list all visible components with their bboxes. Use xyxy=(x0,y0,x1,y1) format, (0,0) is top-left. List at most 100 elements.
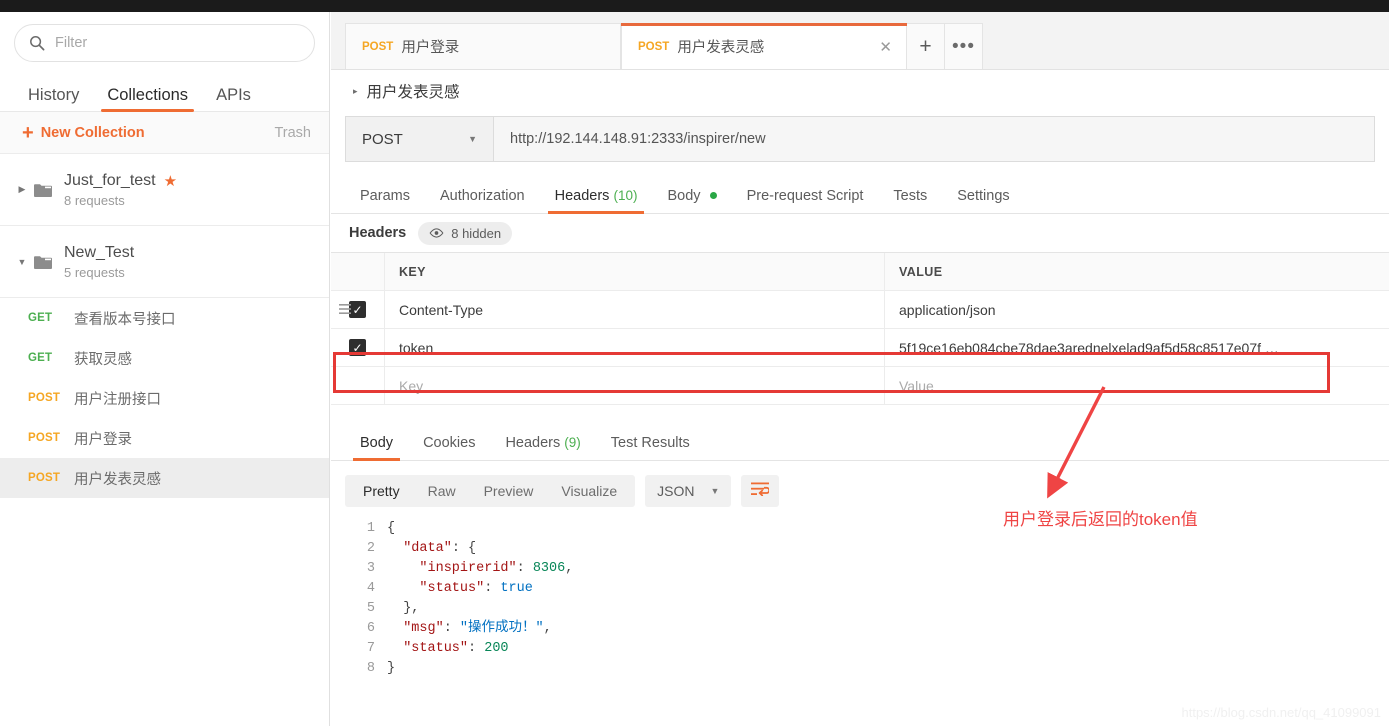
trash-link[interactable]: Trash xyxy=(274,125,311,141)
sidebar-request-item[interactable]: POST 用户注册接口 xyxy=(0,378,329,418)
more-options-icon[interactable]: ••• xyxy=(945,23,983,69)
line-number: 2 xyxy=(366,541,375,556)
tab-count: (9) xyxy=(564,434,581,450)
code-line: "inspirerid": 8306, xyxy=(419,561,574,576)
response-tab-test-results[interactable]: Test Results xyxy=(596,434,705,461)
response-tab-headers[interactable]: Headers (9) xyxy=(490,434,595,461)
sidebar-tab-history[interactable]: History xyxy=(14,86,93,112)
view-mode-visualize[interactable]: Visualize xyxy=(547,475,631,507)
line-number: 8 xyxy=(366,661,375,676)
search-box[interactable] xyxy=(14,24,315,62)
tab-tests[interactable]: Tests xyxy=(878,188,942,214)
tab-label: Body xyxy=(667,187,701,204)
row-controls: ✓ xyxy=(331,291,385,328)
method-select[interactable]: POST ▼ xyxy=(346,117,494,161)
close-icon[interactable]: ✕ xyxy=(879,38,892,56)
chevron-right-icon[interactable]: ▶ xyxy=(14,184,30,195)
header-value[interactable]: 5f19ce16eb084cbe78dae3arednelxelad9af5d5… xyxy=(885,329,1389,366)
main-panel: POST 用户登录 POST 用户发表灵感 ✕ + ••• ▸ 用户发表灵感 P… xyxy=(331,12,1389,726)
new-tab-button[interactable]: + xyxy=(907,23,945,69)
collection-item-new-test[interactable]: ▼ New_Test 5 requests xyxy=(0,226,329,298)
code-line: "status": 200 xyxy=(403,641,509,656)
request-method: GET xyxy=(28,312,53,324)
chevron-down-icon[interactable]: ▼ xyxy=(14,257,30,267)
tab-method: POST xyxy=(638,40,670,53)
new-header-value-input[interactable]: Value xyxy=(885,367,1389,404)
table-header-row: KEY VALUE xyxy=(331,253,1389,291)
sidebar-request-item[interactable]: GET 获取灵感 xyxy=(0,338,329,378)
drag-handle-icon[interactable] xyxy=(339,301,351,319)
line-number: 1 xyxy=(366,521,375,536)
tab-settings[interactable]: Settings xyxy=(942,187,1024,214)
view-mode-pretty[interactable]: Pretty xyxy=(349,475,414,507)
page-title: 用户发表灵感 xyxy=(366,84,460,101)
header-key[interactable]: Content-Type xyxy=(385,291,885,328)
row-controls: ✓ xyxy=(331,329,385,366)
line-number-gutter: 1 2 3 4 5 6 7 8 xyxy=(331,519,387,679)
table-row-empty[interactable]: Key Value xyxy=(331,367,1389,405)
search-icon xyxy=(29,35,45,51)
line-number: 4 xyxy=(366,581,375,596)
tab-pre-request-script[interactable]: Pre-request Script xyxy=(732,187,879,214)
watermark: https://blog.csdn.net/qq_41099091 xyxy=(1181,705,1382,720)
tab-headers[interactable]: Headers (10) xyxy=(540,188,653,214)
request-name: 用户发表灵感 xyxy=(74,471,161,488)
tab-label: Cookies xyxy=(423,434,476,451)
response-tab-cookies[interactable]: Cookies xyxy=(408,434,490,461)
tab-params[interactable]: Params xyxy=(345,188,425,214)
search-input[interactable] xyxy=(55,35,300,51)
new-collection-button[interactable]: + New Collection xyxy=(22,123,145,143)
request-tab-user-post-inspiration[interactable]: POST 用户发表灵感 ✕ xyxy=(621,23,907,69)
header-key[interactable]: token xyxy=(385,329,885,366)
new-header-key-input[interactable]: Key xyxy=(385,367,885,404)
response-format-select[interactable]: JSON ▼ xyxy=(645,475,732,507)
view-mode-group: Pretty Raw Preview Visualize xyxy=(345,475,636,507)
url-input[interactable] xyxy=(494,117,1374,161)
view-mode-preview[interactable]: Preview xyxy=(470,475,548,507)
request-tab-user-login[interactable]: POST 用户登录 xyxy=(345,23,621,69)
table-row[interactable]: ✓ Content-Type application/json xyxy=(331,291,1389,329)
star-icon[interactable]: ★ xyxy=(164,172,177,190)
annotation-label: 用户登录后返回的token值 xyxy=(1003,510,1198,529)
tab-label: Test Results xyxy=(610,434,690,451)
column-header-value: VALUE xyxy=(899,264,943,279)
tab-label: Settings xyxy=(957,187,1010,204)
row-checkbox[interactable]: ✓ xyxy=(349,301,366,318)
tab-label: 用户登录 xyxy=(401,40,460,56)
request-name: 获取灵感 xyxy=(74,351,132,368)
eye-icon xyxy=(429,226,444,241)
header-value[interactable]: application/json xyxy=(885,291,1389,328)
tab-label: 用户发表灵感 xyxy=(677,40,765,56)
collection-item-just-for-test[interactable]: ▶ Just_for_test ★ 8 requests xyxy=(0,154,329,226)
view-mode-raw[interactable]: Raw xyxy=(414,475,470,507)
row-checkbox[interactable]: ✓ xyxy=(349,339,366,356)
line-number: 3 xyxy=(366,561,375,576)
request-method: POST xyxy=(28,432,61,444)
plus-icon: + xyxy=(22,121,34,144)
folder-icon xyxy=(30,255,56,269)
sidebar-request-item[interactable]: POST 用户登录 xyxy=(0,418,329,458)
tab-authorization[interactable]: Authorization xyxy=(425,188,540,214)
sidebar-tab-apis[interactable]: APIs xyxy=(202,86,265,112)
chevron-down-icon: ▼ xyxy=(468,134,477,144)
sidebar-tab-collections[interactable]: Collections xyxy=(93,86,202,112)
chevron-right-icon[interactable]: ▸ xyxy=(353,86,358,97)
headers-bar: Headers 8 hidden xyxy=(331,214,1389,252)
table-row[interactable]: ✓ token 5f19ce16eb084cbe78dae3arednelxel… xyxy=(331,329,1389,367)
body-present-dot-icon xyxy=(709,192,717,200)
tab-label: Pre-request Script xyxy=(746,187,864,204)
tab-method: POST xyxy=(362,40,394,53)
hidden-headers-toggle[interactable]: 8 hidden xyxy=(418,221,513,245)
word-wrap-button[interactable] xyxy=(741,475,780,507)
postman-window: History Collections APIs + New Collectio… xyxy=(0,0,1389,726)
tab-body[interactable]: Body xyxy=(652,187,731,214)
response-view-toolbar: Pretty Raw Preview Visualize JSON ▼ xyxy=(331,461,1389,507)
word-wrap-icon xyxy=(751,482,771,501)
request-section-tabs: Params Authorization Headers (10) Body P… xyxy=(331,172,1389,214)
tab-label: Headers xyxy=(505,434,561,451)
response-tab-body[interactable]: Body xyxy=(345,435,408,461)
sidebar-request-item-selected[interactable]: POST 用户发表灵感 xyxy=(0,458,329,498)
request-name: 用户注册接口 xyxy=(74,391,161,408)
response-body-code[interactable]: 1 2 3 4 5 6 7 8 { "data": { "inspirerid"… xyxy=(331,507,1389,679)
sidebar-request-item[interactable]: GET 查看版本号接口 xyxy=(0,298,329,338)
